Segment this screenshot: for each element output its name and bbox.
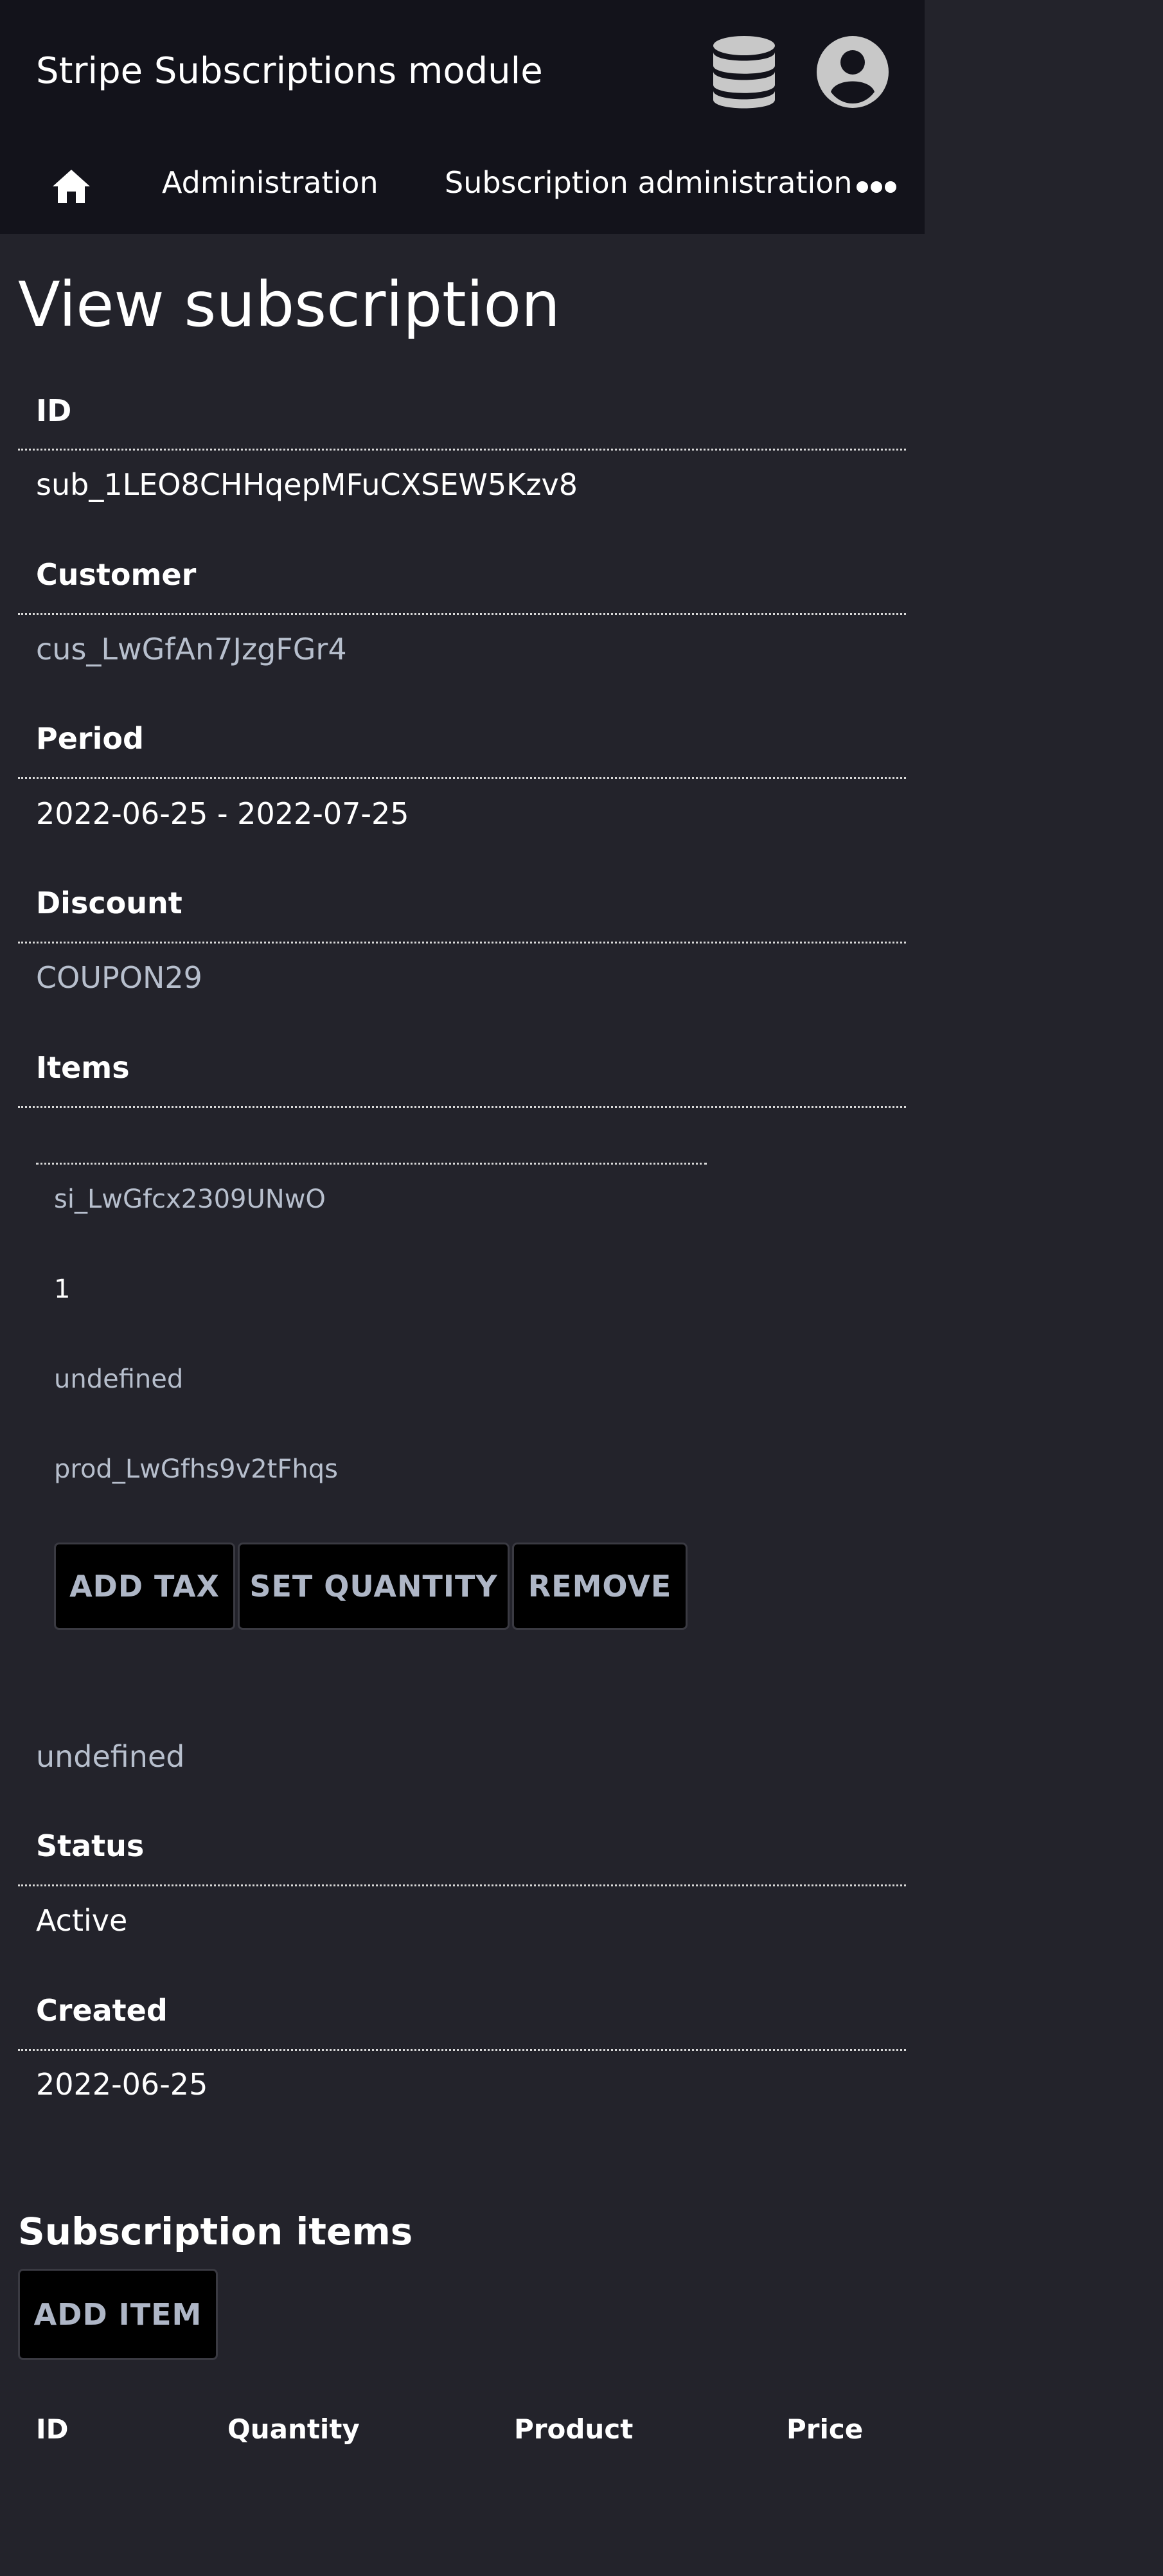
database-icon[interactable] (712, 35, 776, 110)
subscription-items-heading: Subscription items (18, 2210, 413, 2253)
subscription-id-value: sub_1LEO8CHHqepMFuCXSEW5Kzv8 (36, 467, 578, 502)
customer-label: Customer (36, 557, 197, 592)
divider (18, 449, 906, 451)
item-quantity-value: 1 (54, 1275, 71, 1304)
divider (18, 942, 906, 944)
discount-link[interactable]: COUPON29 (36, 958, 202, 997)
table-header-product: Product (514, 2413, 634, 2445)
item-divider (36, 1163, 707, 1165)
created-value: 2022-06-25 (36, 2067, 208, 2102)
add-tax-button[interactable]: ADD TAX (54, 1543, 235, 1630)
item-id-link[interactable]: si_LwGfcx2309UNwO (54, 1183, 326, 1216)
set-quantity-button[interactable]: SET QUANTITY (238, 1543, 510, 1630)
table-header-quantity: Quantity (227, 2413, 360, 2445)
created-label: Created (36, 1993, 168, 2028)
app-title[interactable]: Stripe Subscriptions module (36, 49, 543, 94)
status-value: Active (36, 1903, 128, 1938)
customer-link[interactable]: cus_LwGfAn7JzgFGr4 (36, 630, 347, 668)
discount-label: Discount (36, 886, 182, 920)
divider (18, 613, 906, 615)
home-icon[interactable] (50, 167, 93, 206)
items-undefined-link[interactable]: undefined (36, 1737, 184, 1776)
more-horizontal-icon[interactable] (856, 180, 897, 194)
id-label: ID (36, 393, 72, 428)
divider (18, 2049, 906, 2051)
remove-button[interactable]: REMOVE (512, 1543, 688, 1630)
nav-item-subscription-administration[interactable]: Subscription administration (445, 163, 853, 202)
user-circle-icon[interactable] (816, 35, 889, 109)
add-item-button[interactable]: ADD ITEM (18, 2269, 218, 2360)
item-product-link[interactable]: prod_LwGfhs9v2tFhqs (54, 1453, 338, 1486)
divider (18, 1106, 906, 1108)
nav-item-administration[interactable]: Administration (162, 163, 378, 202)
period-value: 2022-06-25 - 2022-07-25 (36, 796, 409, 831)
table-header-price: Price (786, 2413, 864, 2445)
item-price-link[interactable]: undefined (54, 1363, 183, 1396)
items-label: Items (36, 1050, 130, 1085)
table-header-id: ID (36, 2413, 69, 2445)
divider (18, 777, 906, 779)
divider (18, 1884, 906, 1886)
page-title: View subscription (18, 269, 560, 341)
status-label: Status (36, 1829, 145, 1863)
period-label: Period (36, 721, 144, 756)
top-navigation-bar: Stripe Subscriptions module Administrati… (0, 0, 925, 234)
